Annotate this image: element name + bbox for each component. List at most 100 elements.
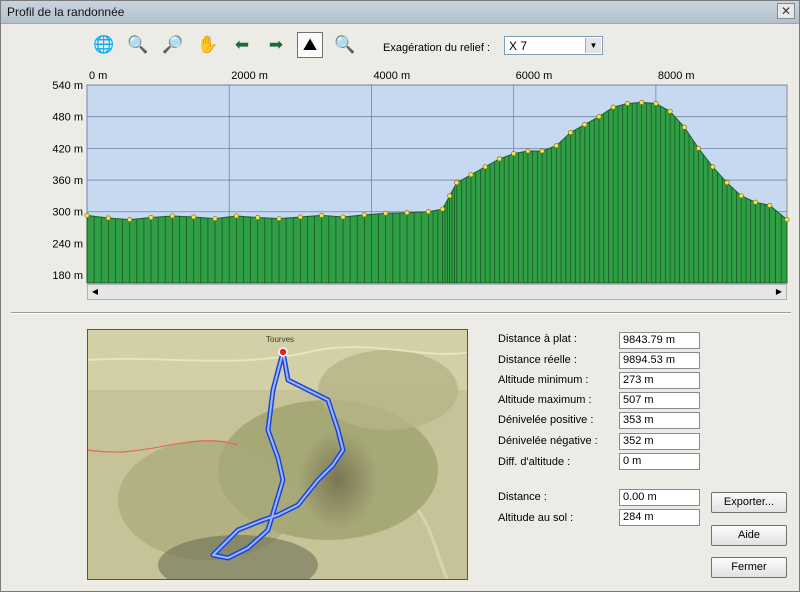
export-button[interactable]: Exporter...	[711, 492, 787, 513]
elevation-point	[191, 214, 197, 220]
elevation-point	[511, 151, 517, 157]
stat-value: 9894.53 m	[619, 352, 700, 369]
scroll-right-icon[interactable]: ▶	[772, 285, 786, 299]
elevation-point	[582, 122, 588, 128]
elevation-point	[319, 212, 325, 218]
elevation-point	[127, 217, 133, 223]
elevation-point	[539, 148, 545, 154]
elevation-point	[681, 124, 687, 130]
elevation-point	[425, 209, 431, 215]
elevation-point	[767, 202, 773, 208]
stat-value: 507 m	[619, 392, 700, 409]
elevation-point	[724, 180, 730, 186]
stat-label: Diff. d'altitude :	[498, 456, 571, 468]
arrow-left-icon[interactable]: ⬅	[229, 32, 255, 58]
stat-value: 352 m	[619, 433, 700, 450]
y-tick-label: 180 m	[52, 270, 83, 282]
y-tick-label: 480 m	[52, 112, 83, 124]
elevation-point	[383, 210, 389, 216]
close-button[interactable]: Fermer	[711, 557, 787, 578]
elevation-point	[696, 145, 702, 151]
elevation-point	[169, 213, 175, 219]
elevation-point	[340, 214, 346, 220]
profile-zoom-icon[interactable]: 🔍	[332, 32, 358, 58]
title-bar: Profil de la randonnée ✕	[1, 1, 799, 24]
profile-horizontal-scrollbar[interactable]: ◀ ▶	[87, 284, 787, 300]
scroll-left-icon[interactable]: ◀	[88, 285, 102, 299]
stat-label: Distance réelle :	[498, 354, 577, 366]
elevation-point	[710, 164, 716, 170]
elevation-point	[105, 215, 111, 221]
elevation-point	[610, 104, 616, 110]
start-marker-icon	[278, 347, 288, 357]
x-tick-label: 0 m	[89, 70, 107, 82]
elevation-point	[447, 193, 453, 199]
elevation-point	[738, 193, 744, 199]
stat-value: 9843.79 m	[619, 332, 700, 349]
elevation-point	[404, 210, 410, 216]
elevation-point	[468, 172, 474, 178]
elevation-point	[568, 130, 574, 136]
stat-value: 273 m	[619, 372, 700, 389]
cursor-value: 0.00 m	[619, 489, 700, 506]
elevation-point	[482, 164, 488, 170]
elevation-point	[624, 100, 630, 106]
elevation-point	[784, 217, 790, 223]
cursor-value: 284 m	[619, 509, 700, 526]
stat-label: Altitude maximum :	[498, 394, 592, 406]
pan-hand-icon[interactable]: ✋	[195, 32, 221, 58]
elevation-point	[212, 216, 218, 222]
elevation-point	[553, 143, 559, 149]
stat-label: Dénivelée positive :	[498, 414, 594, 426]
close-window-button[interactable]: ✕	[777, 3, 795, 19]
x-tick-label: 2000 m	[231, 70, 268, 82]
elevation-point	[639, 99, 645, 105]
x-tick-label: 4000 m	[373, 70, 410, 82]
elevation-point	[440, 206, 446, 212]
elevation-point	[596, 114, 602, 120]
help-button[interactable]: Aide	[711, 525, 787, 546]
stat-value: 353 m	[619, 412, 700, 429]
divider-highlight	[11, 313, 791, 314]
zoom-out-icon[interactable]: 🔎	[160, 32, 186, 58]
y-tick-label: 360 m	[52, 175, 83, 187]
chevron-down-icon[interactable]: ▼	[585, 38, 601, 53]
window-title: Profil de la randonnée	[7, 5, 125, 19]
cursor-label: Distance :	[498, 491, 547, 503]
y-tick-label: 240 m	[52, 238, 83, 250]
elevation-point	[454, 180, 460, 186]
y-tick-label: 300 m	[52, 207, 83, 219]
elevation-point	[653, 100, 659, 106]
elevation-point	[667, 108, 673, 114]
elevation-point	[255, 215, 261, 221]
elevation-profile-chart[interactable]: 0 m 2000 m 4000 m 6000 m 8000 m 540 m 480 m 42…	[1, 63, 800, 285]
zoom-in-icon[interactable]: 🔍	[125, 32, 151, 58]
town-label: Tourves	[266, 335, 294, 344]
elevation-point	[496, 156, 502, 162]
arrow-right-icon[interactable]: ➡	[263, 32, 289, 58]
profile-view-icon[interactable]: ⛰	[297, 32, 323, 58]
cursor-label: Altitude au sol :	[498, 512, 574, 524]
elevation-point	[361, 212, 367, 218]
stat-label: Dénivelée négative :	[498, 435, 598, 447]
exaggeration-label: Exagération du relief :	[383, 42, 491, 54]
route-map[interactable]: Tourves	[87, 329, 468, 580]
elevation-point	[297, 214, 303, 220]
profile-window: Profil de la randonnée ✕ 🌐 🔍 🔎 ✋ ⬅ ➡ ⛰ 🔍…	[0, 0, 800, 592]
stat-value: 0 m	[619, 453, 700, 470]
globe-search-icon[interactable]: 🌐	[91, 32, 117, 58]
stat-label: Altitude minimum :	[498, 374, 589, 386]
stat-label: Distance à plat :	[498, 333, 577, 345]
y-tick-label: 540 m	[52, 80, 83, 92]
elevation-point	[525, 148, 531, 154]
elevation-point	[276, 216, 282, 222]
x-tick-label: 8000 m	[658, 70, 695, 82]
exaggeration-value: X 7	[509, 39, 528, 53]
elevation-point	[148, 215, 154, 221]
exaggeration-select[interactable]: X 7 ▼	[504, 36, 603, 55]
y-tick-label: 420 m	[52, 143, 83, 155]
elevation-point	[752, 199, 758, 205]
x-tick-label: 6000 m	[516, 70, 553, 82]
elevation-point	[233, 213, 239, 219]
elevation-point	[84, 212, 90, 218]
